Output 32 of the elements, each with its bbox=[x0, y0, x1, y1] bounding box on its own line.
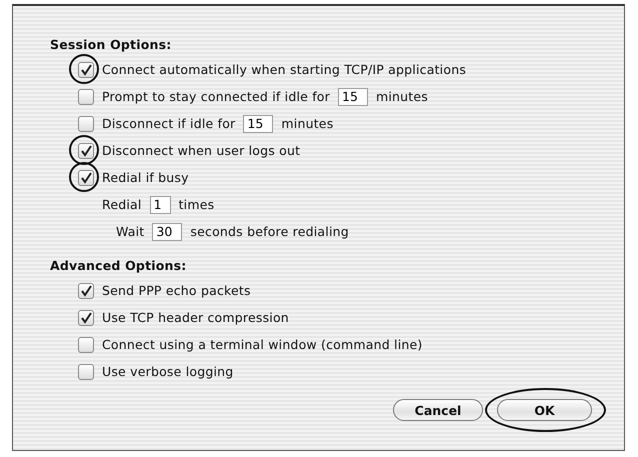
section-heading: Advanced Options: bbox=[50, 256, 188, 275]
checkbox-label: Prompt to stay connected if idle for bbox=[102, 89, 330, 104]
checkbox[interactable] bbox=[78, 336, 94, 352]
checkbox-label: Connect using a terminal window (command line) bbox=[102, 337, 422, 352]
section-heading: Session Options: bbox=[50, 36, 172, 54]
checkbox[interactable] bbox=[78, 62, 94, 78]
checkbox-label: Send PPP echo packets bbox=[102, 283, 251, 298]
dialog-button[interactable]: OK bbox=[497, 399, 592, 421]
checkbox-label: Redial if busy bbox=[102, 170, 189, 185]
checkbox-label: Connect automatically when starting TCP/IP applications bbox=[102, 62, 466, 77]
input-field[interactable]: 30 bbox=[152, 222, 182, 240]
field-label: Wait bbox=[116, 224, 144, 239]
checkbox-label: Disconnect when user logs out bbox=[102, 143, 300, 158]
checkbox[interactable] bbox=[78, 170, 94, 186]
checkbox[interactable] bbox=[78, 142, 94, 158]
field-suffix: seconds before redialing bbox=[190, 224, 349, 239]
checkbox-label: Use verbose logging bbox=[102, 364, 234, 379]
input-field[interactable]: 15 bbox=[243, 114, 274, 132]
input-field[interactable]: 1 bbox=[150, 196, 171, 214]
input-field[interactable]: 15 bbox=[338, 88, 368, 106]
field-suffix: times bbox=[178, 197, 214, 212]
checkbox[interactable] bbox=[78, 364, 94, 380]
field-label: Redial bbox=[102, 197, 142, 212]
checkbox[interactable] bbox=[78, 310, 94, 326]
field-suffix: minutes bbox=[281, 116, 334, 131]
checkbox[interactable] bbox=[78, 282, 94, 298]
checkbox-label: Disconnect if idle for bbox=[102, 116, 236, 131]
field-suffix: minutes bbox=[376, 89, 428, 104]
checkbox[interactable] bbox=[78, 116, 94, 132]
dialog-button[interactable]: Cancel bbox=[393, 399, 483, 421]
checkbox-label: Use TCP header compression bbox=[102, 310, 289, 325]
checkbox[interactable] bbox=[78, 88, 94, 104]
